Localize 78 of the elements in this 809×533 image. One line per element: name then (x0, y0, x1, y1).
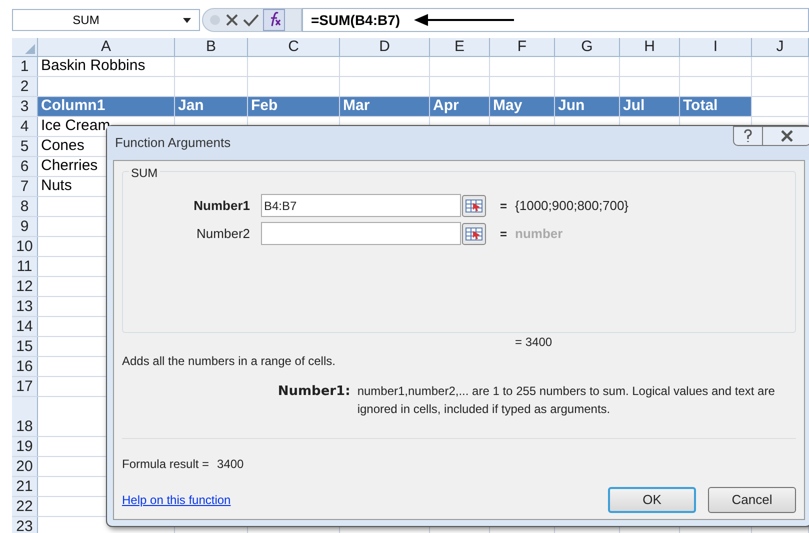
row-header[interactable]: 23 (12, 517, 38, 533)
row-header[interactable]: 6 (12, 157, 38, 176)
column-header[interactable]: F (490, 38, 555, 56)
cell-text: Nuts (41, 176, 72, 196)
argument-result: {1000;900;800;700} (515, 196, 629, 215)
column-header[interactable]: H (620, 38, 680, 56)
cancel-icon[interactable] (225, 13, 239, 27)
dialog-button[interactable]: OK (608, 487, 696, 513)
row-header[interactable]: 12 (12, 277, 38, 296)
argument-label: Number2 (196, 224, 251, 243)
dialog-title: Function Arguments (115, 134, 231, 152)
row-header[interactable]: 19 (12, 437, 38, 456)
row-header[interactable]: 10 (12, 237, 38, 256)
help-link[interactable]: Help on this function (122, 491, 596, 509)
column-title: Mar (343, 96, 370, 116)
row-header[interactable]: 15 (12, 337, 38, 356)
name-box[interactable]: SUM (12, 9, 200, 31)
column-title: Jan (178, 96, 204, 116)
column-title: Total (683, 96, 718, 116)
column-title: Feb (251, 96, 278, 116)
function-result: = 3400 (515, 334, 552, 351)
equals-sign: = (500, 198, 508, 214)
column-header[interactable]: C (248, 38, 340, 56)
column-title: May (493, 96, 522, 116)
corner-triangle-icon (25, 44, 35, 54)
row-header[interactable]: 8 (12, 197, 38, 216)
row-header[interactable]: 5 (12, 137, 38, 156)
column-header[interactable]: E (430, 38, 490, 56)
function-description: Adds all the numbers in a range of cells. (122, 353, 336, 370)
row-header[interactable]: 7 (12, 177, 38, 196)
row-header[interactable]: 22 (12, 497, 38, 516)
row-header[interactable]: 20 (12, 457, 38, 476)
cell-text: Cones (41, 136, 84, 156)
close-icon (780, 130, 794, 142)
column-header[interactable]: A (38, 38, 175, 56)
row-header[interactable]: 1 (12, 57, 38, 76)
collapse-dialog-icon[interactable] (462, 194, 486, 216)
argument-help-label: Number1: (276, 383, 352, 401)
column-header[interactable]: I (680, 38, 752, 56)
equals-sign: = (500, 226, 508, 242)
formula-result-value: 3400 (217, 456, 244, 473)
cell-text: Ice Cream (41, 116, 110, 136)
row-header[interactable]: 21 (12, 477, 38, 496)
formula-result-label: Formula result = (122, 456, 210, 473)
row-header[interactable]: 13 (12, 297, 38, 316)
row-header[interactable]: 3 (12, 97, 38, 116)
argument-help-text: number1,number2,... are 1 to 255 numbers to sum. Logical values and text are ignored in cells, included if typed as arguments. (357, 383, 776, 418)
argument-field[interactable] (261, 222, 461, 245)
column-title: Apr (433, 96, 459, 116)
row-header[interactable]: 14 (12, 317, 38, 336)
column-title: Jul (623, 96, 645, 116)
row-header[interactable]: 16 (12, 357, 38, 376)
column-header[interactable]: G (555, 38, 620, 56)
cell-text: Baskin Robbins (41, 56, 146, 76)
row-header[interactable]: 18 (12, 397, 38, 436)
row-header[interactable]: 2 (12, 77, 38, 96)
formula-text[interactable]: =SUM(B4:B7) (311, 10, 400, 30)
column-header[interactable]: B (175, 38, 248, 56)
help-button[interactable] (733, 126, 763, 146)
column-title: Column1 (41, 96, 106, 116)
row-header[interactable]: 9 (12, 217, 38, 236)
row-header[interactable]: 4 (12, 117, 38, 136)
close-button[interactable] (763, 126, 809, 146)
cell-text: Cherries (41, 156, 98, 176)
row-header[interactable]: 11 (12, 257, 38, 276)
dropdown-caret-icon[interactable] (183, 18, 191, 23)
argument-field[interactable]: B4:B7 (261, 194, 461, 217)
argument-label: Number1 (192, 196, 251, 215)
insert-function-icon[interactable] (263, 9, 285, 31)
enter-check-icon[interactable] (243, 13, 259, 27)
column-header[interactable]: D (340, 38, 430, 56)
argument-result: number (515, 224, 563, 243)
help-icon (743, 129, 753, 143)
collapse-dialog-icon[interactable] (462, 222, 486, 244)
row-header[interactable]: 17 (12, 377, 38, 396)
column-header[interactable]: J (752, 38, 809, 56)
dialog-button[interactable]: Cancel (708, 487, 796, 513)
column-title: Jun (558, 96, 585, 116)
